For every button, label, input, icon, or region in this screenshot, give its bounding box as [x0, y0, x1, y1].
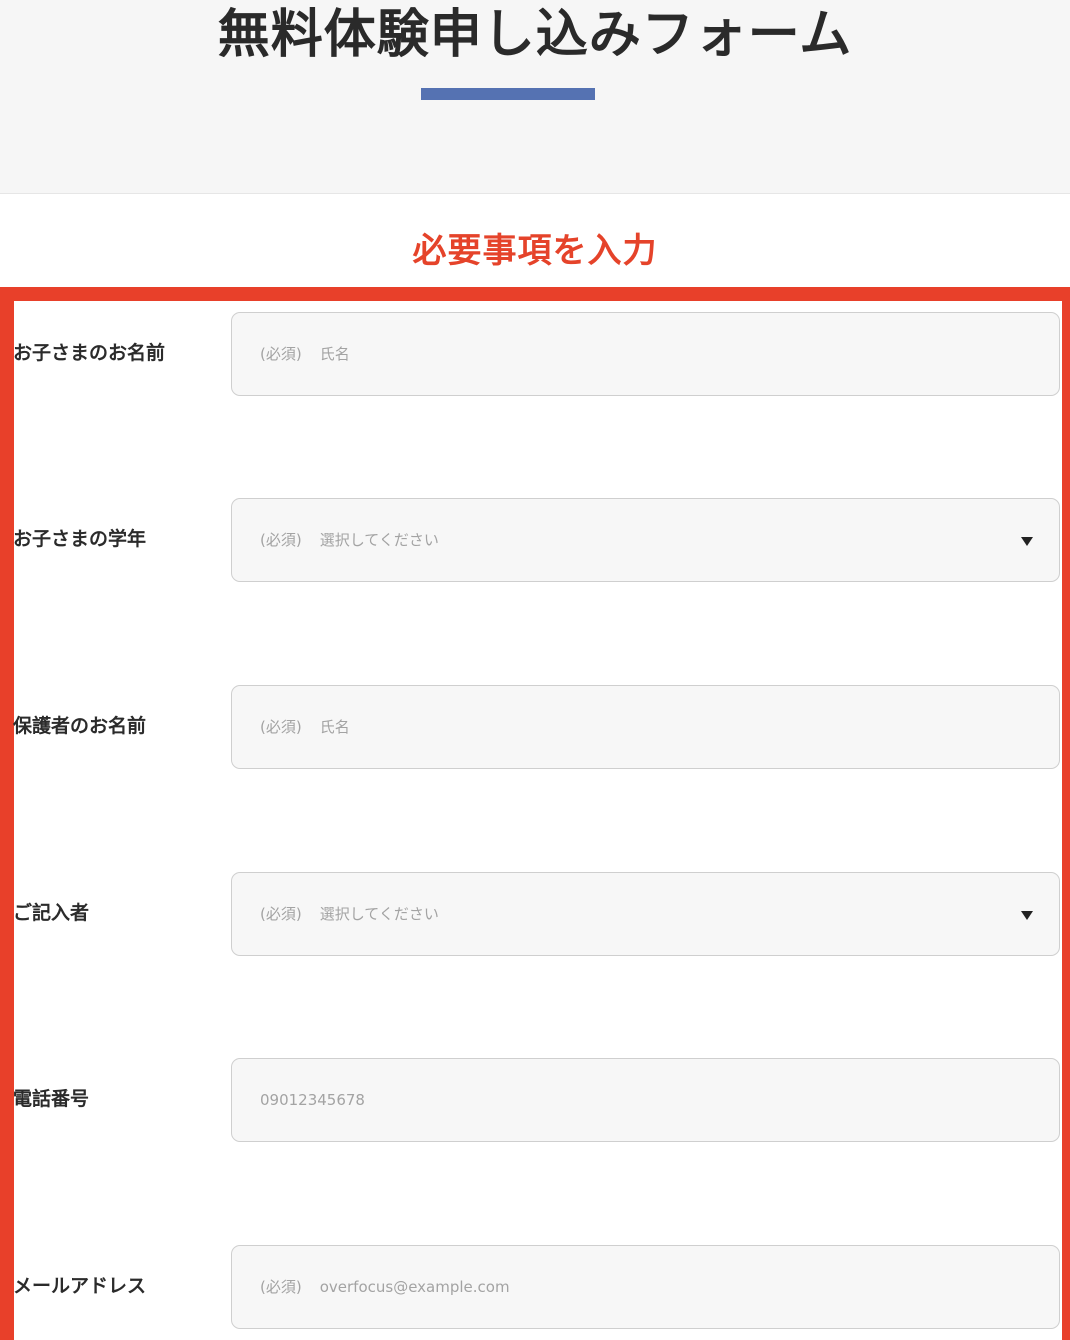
placeholder-text: 氏名 — [319, 718, 350, 736]
required-tag: (必須) — [260, 905, 302, 923]
filler-select[interactable]: (必須) 選択してください — [231, 872, 1060, 956]
guardian-name-placeholder: (必須) 氏名 — [260, 686, 350, 770]
phone-placeholder: 09012345678 — [260, 1091, 365, 1109]
child-grade-select[interactable]: (必須) 選択してください — [231, 498, 1060, 582]
dropdown-arrow-icon — [1021, 537, 1033, 546]
filler-placeholder: (必須) 選択してください — [260, 873, 439, 957]
email-placeholder: (必須) overfocus@example.com — [260, 1246, 510, 1330]
hero-banner: 無料体験申し込みフォーム — [0, 0, 1070, 194]
child-grade-placeholder: (必須) 選択してください — [260, 499, 439, 583]
filler-label: ご記入者 — [13, 902, 90, 924]
page: 無料体験申し込みフォーム 必要事項を入力 お子さまのお名前 (必須) 氏名 お子さ… — [0, 0, 1070, 1340]
child-name-placeholder: (必須) 氏名 — [260, 313, 350, 397]
child-grade-label: お子さまの学年 — [13, 528, 147, 550]
phone-label: 電話番号 — [13, 1088, 90, 1110]
placeholder-text: overfocus@example.com — [319, 1278, 510, 1296]
required-tag: (必須) — [260, 531, 302, 549]
required-tag: (必須) — [260, 1278, 302, 1296]
required-tag: (必須) — [260, 345, 302, 363]
child-name-label: お子さまのお名前 — [13, 342, 166, 364]
required-tag: (必須) — [260, 718, 302, 736]
guardian-name-label: 保護者のお名前 — [13, 715, 147, 737]
child-name-input[interactable]: (必須) 氏名 — [231, 312, 1060, 396]
placeholder-text: 選択してください — [319, 531, 439, 549]
guardian-name-input[interactable]: (必須) 氏名 — [231, 685, 1060, 769]
page-title: 無料体験申し込みフォーム — [217, 5, 853, 65]
email-label: メールアドレス — [13, 1275, 147, 1297]
section-heading: 必要事項を入力 — [412, 231, 658, 271]
form-highlight-frame — [0, 287, 1070, 1340]
phone-input[interactable]: 09012345678 — [231, 1058, 1060, 1142]
dropdown-arrow-icon — [1021, 911, 1033, 920]
placeholder-text: 氏名 — [319, 345, 350, 363]
title-underline — [421, 88, 595, 100]
email-input[interactable]: (必須) overfocus@example.com — [231, 1245, 1060, 1329]
placeholder-text: 選択してください — [319, 905, 439, 923]
